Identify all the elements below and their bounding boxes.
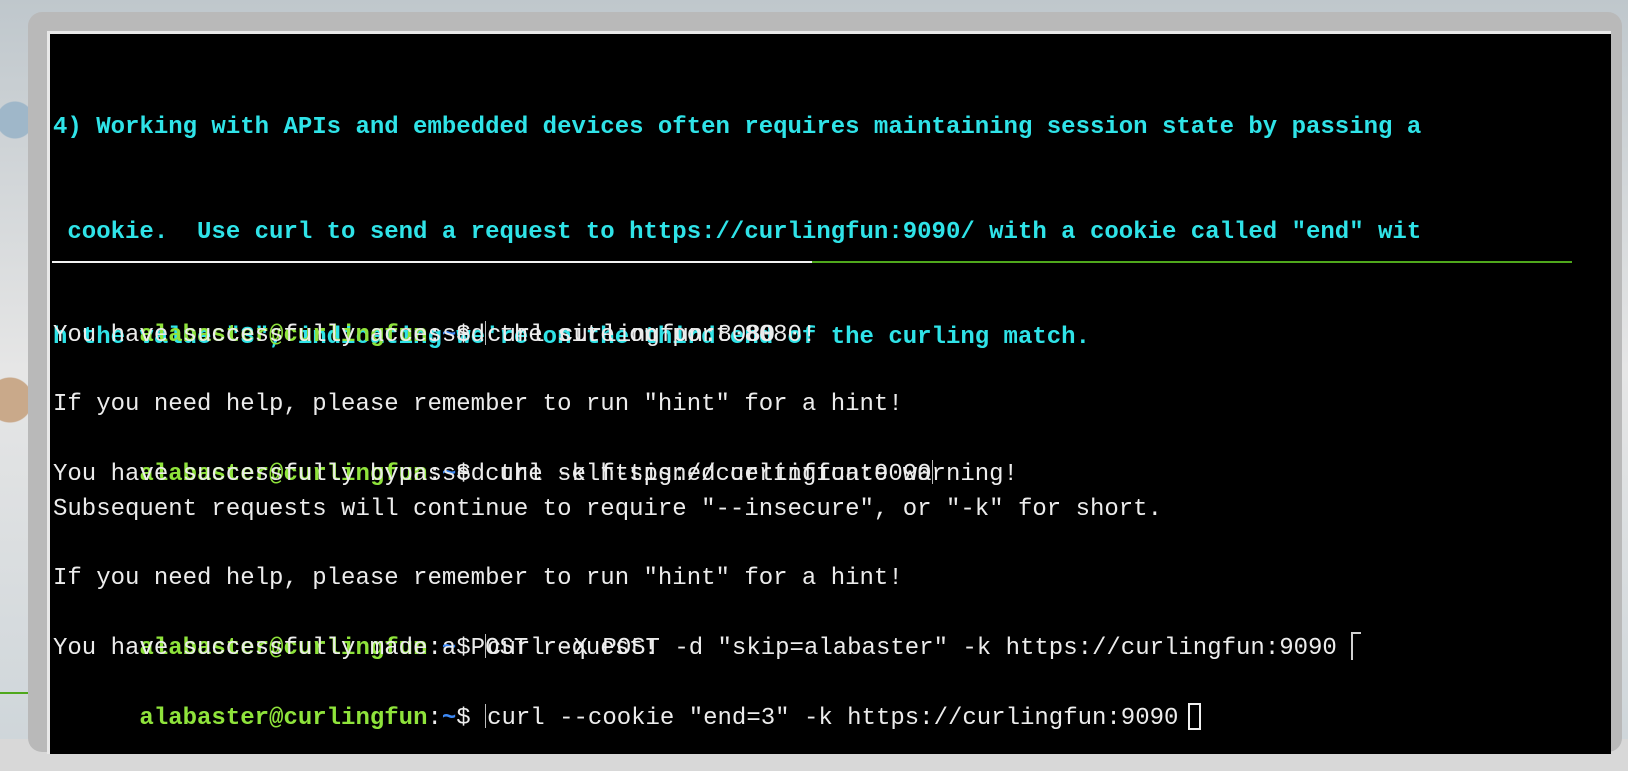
terminal-command-input[interactable]: curl --cookie "end=3" -k https://curling… [487,705,1178,732]
objective-line: 4) Working with APIs and embedded device… [53,114,1422,141]
terminal-prompt-line: alabaster@curlingfun:~$ curl -k https://… [53,423,1593,488]
objective-line: cookie. Use curl to send a request to ht… [53,219,1422,246]
terminal-input-line[interactable]: alabaster@curlingfun:~$ curl --cookie "e… [53,667,1593,732]
terminal-prompt-line: alabaster@curlingfun:~$ curl curlingfun:… [53,284,1593,349]
text-caret-marker [485,703,487,728]
prompt-symbol: $ [456,704,486,732]
block-cursor [1188,702,1202,730]
terminal-output-line: Subsequent requests will continue to req… [53,495,1162,523]
terminal-window[interactable]: 4) Working with APIs and embedded device… [47,31,1611,754]
prompt-user-host: alabaster@curlingfun [139,704,428,732]
terminal-output-line: If you need help, please remember to run… [53,391,903,419]
text-caret-marker [1350,631,1361,660]
shell-output[interactable]: alabaster@curlingfun:~$ curl curlingfun:… [53,284,1593,732]
prompt-separator: : [427,704,442,732]
prompt-path: ~ [441,704,457,732]
background-accent-line [0,692,28,694]
terminal-output-line: You have successfully bypassed the self-… [53,460,1018,488]
terminal-prompt-line: alabaster@curlingfun:~$ curl -X POST -d … [53,597,1593,662]
terminal-output-line: You have successfully accessed the site … [53,321,817,349]
terminal-output-line: If you need help, please remember to run… [53,565,903,593]
pane-divider[interactable] [52,261,1572,263]
